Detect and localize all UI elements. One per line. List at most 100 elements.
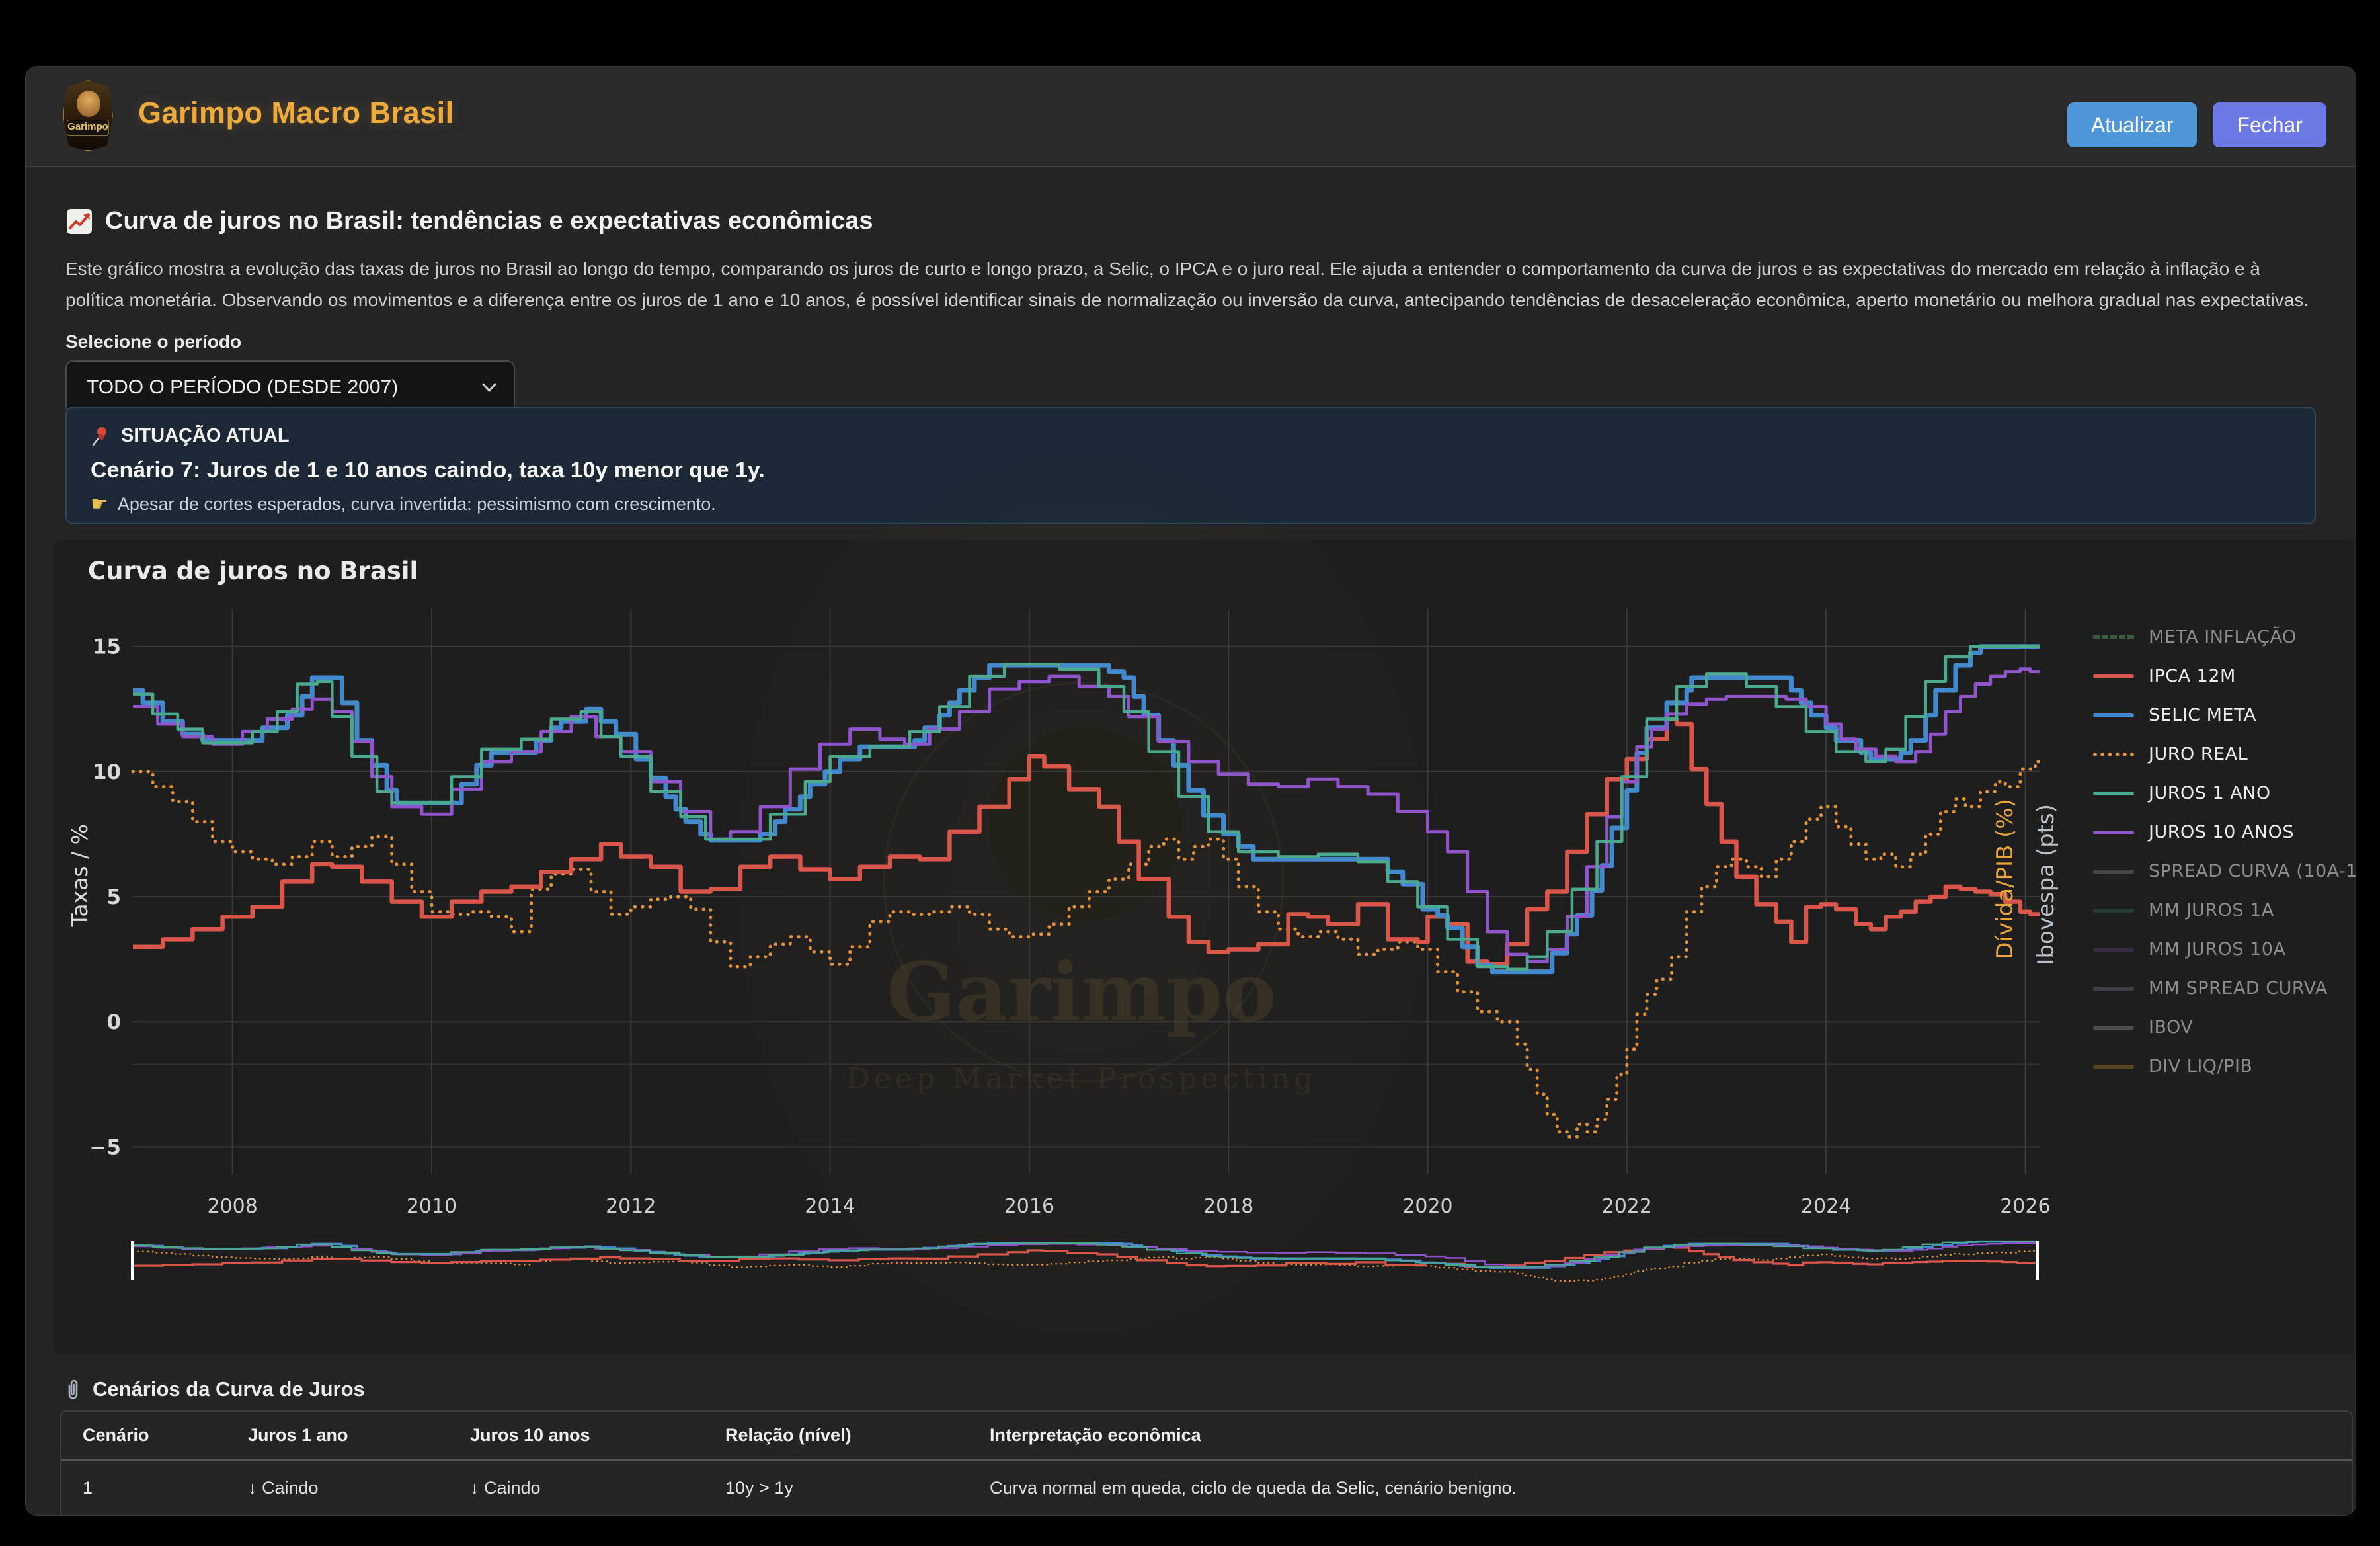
- legend-item-juros-1-ano[interactable]: JUROS 1 ANO: [2093, 774, 2356, 813]
- chart-panel: Garimpo Deep Market Prospecting Curva de…: [54, 540, 2354, 1354]
- legend-swatch-icon: [2093, 674, 2134, 678]
- svg-text:2008: 2008: [207, 1195, 257, 1218]
- legend-swatch-icon: [2093, 948, 2134, 952]
- legend-item-div-liq-pib[interactable]: DIV LIQ/PIB: [2093, 1047, 2356, 1086]
- legend-item-mm-juros-1a[interactable]: MM JUROS 1A: [2093, 891, 2356, 930]
- page-background: { "header": { "logo_text": "Garimpo", "t…: [0, 0, 2380, 1546]
- legend-label: JURO REAL: [2149, 744, 2248, 764]
- svg-text:2010: 2010: [407, 1195, 457, 1218]
- chart-legend: META INFLAÇÃO IPCA 12M SELIC META JURO REAL…: [2093, 618, 2356, 1086]
- legend-item-juro-real[interactable]: JURO REAL: [2093, 735, 2356, 774]
- legend-swatch-icon: [2093, 1065, 2134, 1069]
- table-header-cell: Relação (nível): [725, 1412, 990, 1459]
- svg-text:5: 5: [106, 885, 121, 909]
- legend-item-selic-meta[interactable]: SELIC META: [2093, 696, 2356, 735]
- chart-title: Curva de juros no Brasil: [88, 557, 418, 585]
- legend-label: IPCA 12M: [2149, 666, 2236, 686]
- svg-text:2026: 2026: [2000, 1195, 2050, 1218]
- legend-label: IBOV: [2149, 1017, 2193, 1037]
- table-cell: 10y > 1y: [725, 1461, 990, 1516]
- legend-swatch-icon: [2093, 1026, 2134, 1030]
- legend-label: MM JUROS 10A: [2149, 939, 2285, 959]
- legend-item-mm-spread-curva[interactable]: MM SPREAD CURVA: [2093, 969, 2356, 1008]
- legend-item-ipca-12m[interactable]: IPCA 12M: [2093, 657, 2356, 696]
- table-cell: 1: [83, 1461, 248, 1516]
- legend-label: JUROS 1 ANO: [2149, 783, 2271, 803]
- svg-text:−5: −5: [89, 1135, 121, 1159]
- legend-label: MM JUROS 1A: [2149, 900, 2274, 920]
- logo-banner-text: Garimpo: [67, 120, 109, 136]
- legend-swatch-icon: [2093, 909, 2134, 913]
- period-select-label: Selecione o período: [65, 331, 241, 352]
- range-handle-left[interactable]: [131, 1241, 134, 1280]
- table-header-cell: Juros 10 anos: [470, 1412, 725, 1459]
- legend-swatch-icon: [2093, 792, 2134, 795]
- header-actions: Atualizar Fechar: [2067, 102, 2326, 147]
- legend-label: DIV LIQ/PIB: [2149, 1056, 2252, 1077]
- app-window: Garimpo Garimpo Macro Brasil Atualizar F…: [25, 66, 2356, 1516]
- period-select[interactable]: TODO O PERÍODO (DESDE 2007): [65, 360, 515, 413]
- table-cell: ↓ Caindo: [470, 1461, 725, 1516]
- svg-text:2020: 2020: [1402, 1195, 1452, 1218]
- page-title-text: Curva de juros no Brasil: tendências e e…: [105, 207, 873, 235]
- svg-text:0: 0: [106, 1010, 121, 1034]
- legend-swatch-icon: [2093, 635, 2134, 639]
- status-heading-text: SITUAÇÃO ATUAL: [121, 425, 290, 447]
- table-cell: ↓ Caindo: [248, 1461, 470, 1516]
- range-handle-right[interactable]: [2036, 1241, 2039, 1280]
- garimpo-logo: Garimpo: [63, 80, 113, 151]
- close-button[interactable]: Fechar: [2213, 102, 2326, 147]
- legend-item-ibov[interactable]: IBOV: [2093, 1008, 2356, 1047]
- legend-item-spread-curva-10a-1a-[interactable]: SPREAD CURVA (10A-1A): [2093, 852, 2356, 891]
- svg-text:10: 10: [93, 760, 121, 784]
- legend-swatch-icon: [2093, 987, 2134, 991]
- paperclip-icon: [63, 1379, 82, 1400]
- svg-text:2012: 2012: [606, 1195, 656, 1218]
- page-title: Curva de juros no Brasil: tendências e e…: [65, 207, 873, 235]
- legend-item-juros-10-anos[interactable]: JUROS 10 ANOS: [2093, 813, 2356, 852]
- table-header-cell: Cenário: [83, 1412, 248, 1459]
- pointing-hand-icon: ☛: [91, 493, 108, 516]
- table-row: 1↓ Caindo↓ Caindo10y > 1yCurva normal em…: [61, 1461, 2352, 1516]
- status-heading: SITUAÇÃO ATUAL: [91, 425, 2291, 447]
- right-axis-label-divida-pib: Dívida/PIB (%): [1992, 799, 2018, 959]
- table-header-cell: Interpretação econômica: [990, 1412, 2352, 1459]
- current-situation-box: SITUAÇÃO ATUAL Cenário 7: Juros de 1 e 1…: [65, 407, 2316, 524]
- svg-text:2018: 2018: [1203, 1195, 1253, 1218]
- legend-label: SPREAD CURVA (10A-1A): [2149, 861, 2356, 881]
- y-axis-label: Taxas / %: [67, 824, 93, 926]
- app-header: Garimpo Garimpo Macro Brasil Atualizar F…: [26, 67, 2356, 167]
- legend-item-meta-infla-o[interactable]: META INFLAÇÃO: [2093, 618, 2356, 657]
- legend-label: JUROS 10 ANOS: [2149, 822, 2294, 842]
- legend-swatch-icon: [2093, 831, 2134, 834]
- scenarios-title-text: Cenários da Curva de Juros: [93, 1377, 365, 1401]
- legend-label: MM SPREAD CURVA: [2149, 978, 2328, 998]
- pushpin-icon: [91, 426, 110, 447]
- svg-text:2024: 2024: [1801, 1195, 1851, 1218]
- legend-swatch-icon: [2093, 753, 2134, 756]
- svg-text:2016: 2016: [1004, 1195, 1054, 1218]
- chart-increasing-icon: [65, 208, 93, 235]
- app-title: Garimpo Macro Brasil: [138, 96, 454, 130]
- svg-text:2022: 2022: [1602, 1195, 1652, 1218]
- status-note: ☛ Apesar de cortes esperados, curva inve…: [91, 493, 2291, 516]
- legend-item-mm-juros-10a[interactable]: MM JUROS 10A: [2093, 930, 2356, 969]
- update-button[interactable]: Atualizar: [2067, 102, 2198, 147]
- table-cell: Curva normal em queda, ciclo de queda da…: [990, 1461, 2352, 1516]
- table-header-cell: Juros 1 ano: [248, 1412, 470, 1459]
- status-note-text: Apesar de cortes esperados, curva invert…: [118, 494, 716, 514]
- scenarios-table: CenárioJuros 1 anoJuros 10 anosRelação (…: [60, 1410, 2353, 1516]
- scenarios-section-title: Cenários da Curva de Juros: [63, 1377, 365, 1401]
- legend-label: META INFLAÇÃO: [2149, 627, 2297, 647]
- legend-swatch-icon: [2093, 713, 2134, 717]
- page-description: Este gráfico mostra a evolução das taxas…: [65, 253, 2320, 315]
- right-axis-label-ibovespa: Ibovespa (pts): [2033, 804, 2059, 965]
- miner-avatar-icon: [77, 91, 100, 117]
- table-header-row: CenárioJuros 1 anoJuros 10 anosRelação (…: [61, 1412, 2352, 1461]
- legend-label: SELIC META: [2149, 705, 2256, 725]
- svg-text:15: 15: [93, 635, 121, 659]
- legend-swatch-icon: [2093, 870, 2134, 874]
- period-select-wrap: TODO O PERÍODO (DESDE 2007): [65, 360, 515, 413]
- svg-text:2014: 2014: [805, 1195, 855, 1218]
- status-scenario-text: Cenário 7: Juros de 1 e 10 anos caindo, …: [91, 458, 2291, 483]
